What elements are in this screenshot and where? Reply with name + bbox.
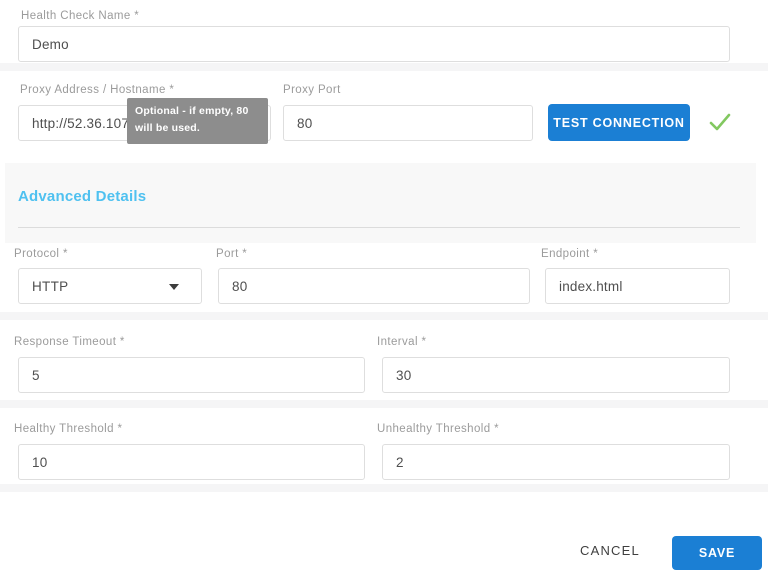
interval-label: Interval *	[377, 336, 426, 348]
response-timeout-label: Response Timeout *	[14, 336, 125, 348]
response-timeout-input[interactable]	[18, 357, 365, 393]
port-input[interactable]	[218, 268, 530, 304]
section-divider-strip	[0, 484, 768, 492]
cancel-button[interactable]: CANCEL	[580, 543, 640, 558]
save-button[interactable]: SAVE	[672, 536, 762, 570]
healthy-threshold-label: Healthy Threshold *	[14, 423, 122, 435]
proxy-port-tooltip: Optional - if empty, 80 will be used.	[127, 98, 268, 144]
advanced-details-panel: Advanced Details	[5, 163, 756, 243]
section-divider-strip	[0, 312, 768, 320]
test-connection-button[interactable]: TEST CONNECTION	[548, 104, 690, 141]
health-check-name-input[interactable]	[18, 26, 730, 62]
unhealthy-threshold-label: Unhealthy Threshold *	[377, 423, 499, 435]
proxy-port-label: Proxy Port	[283, 84, 341, 96]
port-label: Port *	[216, 248, 247, 260]
check-icon	[706, 108, 734, 141]
proxy-address-label: Proxy Address / Hostname *	[20, 84, 174, 96]
advanced-details-heading: Advanced Details	[18, 188, 146, 205]
section-divider-strip	[0, 63, 768, 71]
chevron-down-icon	[169, 284, 179, 290]
protocol-label: Protocol *	[14, 248, 68, 260]
health-check-name-label: Health Check Name *	[21, 10, 139, 22]
advanced-details-divider	[18, 227, 740, 228]
protocol-selected-value: HTTP	[32, 279, 68, 294]
endpoint-label: Endpoint *	[541, 248, 598, 260]
health-check-form: Health Check Name * Proxy Address / Host…	[0, 0, 768, 580]
protocol-select[interactable]: HTTP	[18, 268, 202, 304]
section-divider-strip	[0, 400, 768, 408]
unhealthy-threshold-input[interactable]	[382, 444, 730, 480]
healthy-threshold-input[interactable]	[18, 444, 365, 480]
interval-input[interactable]	[382, 357, 730, 393]
endpoint-input[interactable]	[545, 268, 730, 304]
proxy-port-input[interactable]	[283, 105, 533, 141]
